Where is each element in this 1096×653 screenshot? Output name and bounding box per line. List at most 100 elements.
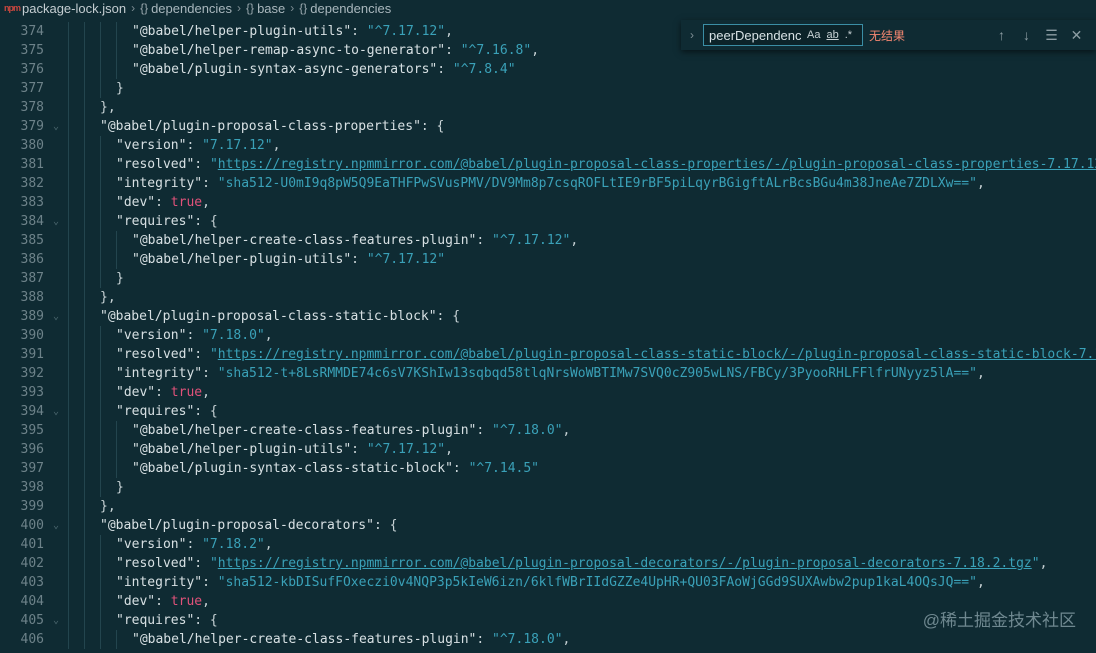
arrow-down-icon[interactable]: ↓ [1014, 27, 1039, 43]
npm-icon: npm [4, 3, 21, 13]
indent-guide [84, 421, 100, 440]
code-line: 391 "resolved": "https://registry.npmmirr… [0, 345, 1096, 364]
code-token: "@babel/plugin-syntax-class-static-block… [132, 461, 453, 476]
line-number: 379 [20, 119, 44, 134]
code-token: "^7.18.0" [492, 632, 563, 647]
indent-guide [100, 535, 116, 554]
code-content: "@babel/helper-plugin-utils": "^7.17.12"… [68, 440, 453, 459]
fold-chevron-icon[interactable]: ⌄ [44, 117, 68, 136]
code-token: : { [420, 119, 445, 134]
indent-guide [116, 250, 132, 269]
indent-guide [68, 41, 84, 60]
code-token: "^7.17.12" [366, 24, 446, 39]
indent-guide [84, 326, 100, 345]
fold-chevron-icon[interactable]: ⌄ [44, 516, 68, 535]
indent-guide [68, 402, 84, 421]
indent-guide [84, 60, 100, 79]
indent-guide [68, 174, 84, 193]
indent-guide [68, 212, 84, 231]
code-token: , [272, 138, 281, 153]
indent-guide [84, 440, 100, 459]
breadcrumb-item-dependencies-nested[interactable]: dependencies [310, 1, 391, 16]
chevron-right-icon[interactable]: › [681, 28, 703, 42]
indent-guide [68, 592, 84, 611]
code-content: "requires": { [68, 212, 218, 231]
code-link[interactable]: https://registry.npmmirror.com/@babel/pl… [218, 556, 1032, 571]
code-token: "7.18.2" [202, 537, 265, 552]
fold-chevron-icon[interactable]: ⌄ [44, 611, 68, 630]
code-token: "dev" [116, 385, 156, 400]
fold-chevron-icon[interactable]: ⌄ [44, 402, 68, 421]
breadcrumb-file[interactable]: package-lock.json [22, 1, 126, 16]
indent-guide [84, 231, 100, 250]
code-line: 394 ⌄ "requires": { [0, 402, 1096, 421]
indent-guide [100, 193, 116, 212]
indent-guide [84, 497, 100, 516]
gutter [44, 60, 68, 79]
indent-guide [100, 136, 116, 155]
code-token: }, [100, 100, 116, 115]
match-case-icon[interactable]: Aa [807, 29, 820, 41]
close-icon[interactable]: ✕ [1064, 27, 1089, 44]
breadcrumb-item-dependencies[interactable]: dependencies [151, 1, 232, 16]
indent-guide [100, 611, 116, 630]
indent-guide [100, 573, 116, 592]
indent-guide [68, 630, 84, 649]
code-line: 397 "@babel/plugin-syntax-class-static-bl… [0, 459, 1096, 478]
code-token: "^7.17.12" [366, 442, 446, 457]
code-token: : { [436, 309, 461, 324]
gutter [44, 250, 68, 269]
code-line: 392 "integrity": "sha512-t+8LsRMMDE74c6sV… [0, 364, 1096, 383]
indent-guide [68, 326, 84, 345]
breadcrumb-item-base[interactable]: base [257, 1, 285, 16]
code-token: } [116, 480, 124, 495]
code-line: 393 "dev": true, [0, 383, 1096, 402]
indent-guide [100, 440, 116, 459]
code-token: : [202, 366, 218, 381]
indent-guide [84, 79, 100, 98]
find-input-box: Aa ab .* [703, 24, 863, 46]
line-number: 393 [20, 385, 44, 400]
indent-guide [116, 630, 132, 649]
indent-guide [84, 41, 100, 60]
code-token: }, [100, 290, 116, 305]
breadcrumb: npm package-lock.json › {} dependencies … [0, 0, 1096, 16]
code-token: : [476, 423, 493, 438]
indent-guide [84, 573, 100, 592]
code-token: , [531, 43, 540, 58]
arrow-up-icon[interactable]: ↑ [989, 27, 1014, 43]
indent-guide [84, 611, 100, 630]
code-token: , [1039, 556, 1048, 571]
code-content: }, [68, 98, 116, 117]
line-number: 388 [20, 290, 44, 305]
code-token: "integrity" [116, 575, 203, 590]
gutter [44, 174, 68, 193]
whole-word-icon[interactable]: ab [826, 29, 838, 41]
find-in-selection-icon[interactable]: ☰ [1039, 27, 1064, 44]
find-input[interactable] [709, 27, 801, 43]
code-content: } [68, 79, 124, 98]
indent-guide [116, 459, 132, 478]
code-token: : [155, 385, 171, 400]
code-token: "resolved" [116, 556, 195, 571]
code-line: 383 "dev": true, [0, 193, 1096, 212]
code-editor[interactable]: 374 "@babel/helper-plugin-utils": "^7.17.… [0, 22, 1096, 653]
gutter [44, 288, 68, 307]
line-number: 391 [20, 347, 44, 362]
code-content: "@babel/helper-create-class-features-plu… [68, 231, 578, 250]
fold-chevron-icon[interactable]: ⌄ [44, 212, 68, 231]
gutter [44, 345, 68, 364]
indent-guide [84, 288, 100, 307]
regex-icon[interactable]: .* [845, 29, 852, 41]
code-link[interactable]: https://registry.npmmirror.com/@babel/pl… [218, 347, 1096, 362]
indent-guide [100, 269, 116, 288]
fold-chevron-icon[interactable]: ⌄ [44, 307, 68, 326]
indent-guide [68, 136, 84, 155]
code-token: "integrity" [116, 176, 203, 191]
gutter [44, 231, 68, 250]
code-token: : { [373, 518, 398, 533]
code-token: , [570, 233, 579, 248]
indent-guide [84, 269, 100, 288]
code-link[interactable]: https://registry.npmmirror.com/@babel/pl… [218, 157, 1096, 172]
find-result-status: 无结果 [869, 28, 906, 43]
